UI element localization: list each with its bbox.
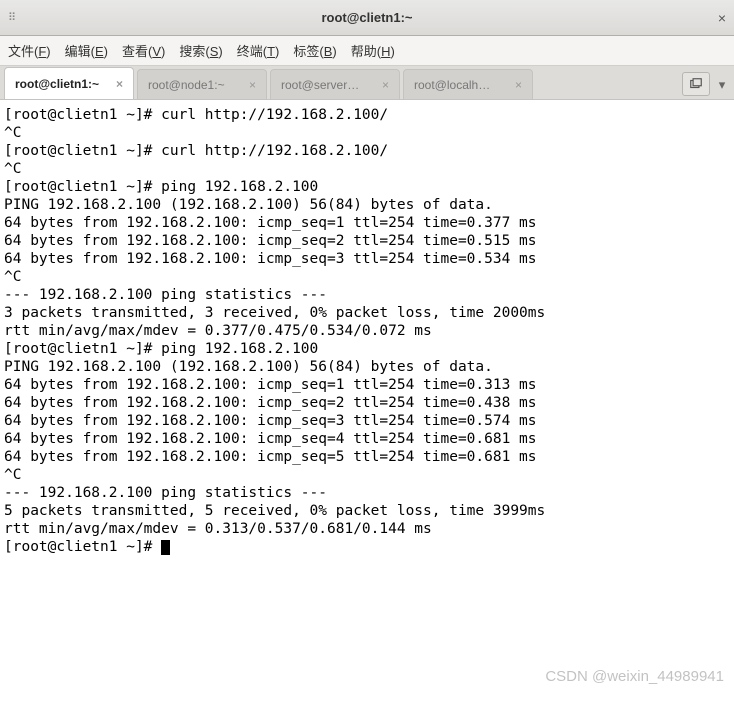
tab-label: root@clietn1:~ bbox=[15, 77, 110, 91]
tab-localhost[interactable]: root@localh… × bbox=[403, 69, 533, 99]
tab-close-icon[interactable]: × bbox=[249, 78, 256, 92]
menu-search[interactable]: 搜索(S) bbox=[179, 41, 222, 60]
tab-clietn1[interactable]: root@clietn1:~ × bbox=[4, 67, 134, 99]
tab-label: root@node1:~ bbox=[148, 78, 243, 92]
menu-view[interactable]: 查看(V) bbox=[122, 41, 165, 60]
tab-close-icon[interactable]: × bbox=[116, 77, 123, 91]
menu-edit[interactable]: 编辑(E) bbox=[65, 41, 108, 60]
terminal-cursor bbox=[161, 540, 170, 555]
watermark: CSDN @weixin_44989941 bbox=[545, 668, 724, 685]
window-close-button[interactable]: × bbox=[706, 10, 726, 26]
tab-label: root@server… bbox=[281, 78, 376, 92]
titlebar: ⠿ root@clietn1:~ × bbox=[0, 0, 734, 36]
tab-close-icon[interactable]: × bbox=[515, 78, 522, 92]
tabbar: root@clietn1:~ × root@node1:~ × root@ser… bbox=[0, 66, 734, 100]
menubar: 文件(F) 编辑(E) 查看(V) 搜索(S) 终端(T) 标签(B) 帮助(H… bbox=[0, 36, 734, 66]
tab-node1[interactable]: root@node1:~ × bbox=[137, 69, 267, 99]
new-tab-icon bbox=[689, 77, 703, 91]
tab-close-icon[interactable]: × bbox=[382, 78, 389, 92]
tab-dropdown-button[interactable]: ▾ bbox=[714, 77, 730, 93]
new-tab-button[interactable] bbox=[682, 72, 710, 96]
menu-terminal[interactable]: 终端(T) bbox=[237, 41, 280, 60]
tab-server[interactable]: root@server… × bbox=[270, 69, 400, 99]
menu-help[interactable]: 帮助(H) bbox=[351, 41, 395, 60]
terminal-output[interactable]: [root@clietn1 ~]# curl http://192.168.2.… bbox=[0, 100, 734, 562]
menu-file[interactable]: 文件(F) bbox=[8, 41, 51, 60]
tab-label: root@localh… bbox=[414, 78, 509, 92]
window-grip-icon: ⠿ bbox=[8, 11, 28, 24]
window-title: root@clietn1:~ bbox=[28, 10, 706, 25]
menu-tags[interactable]: 标签(B) bbox=[293, 41, 336, 60]
